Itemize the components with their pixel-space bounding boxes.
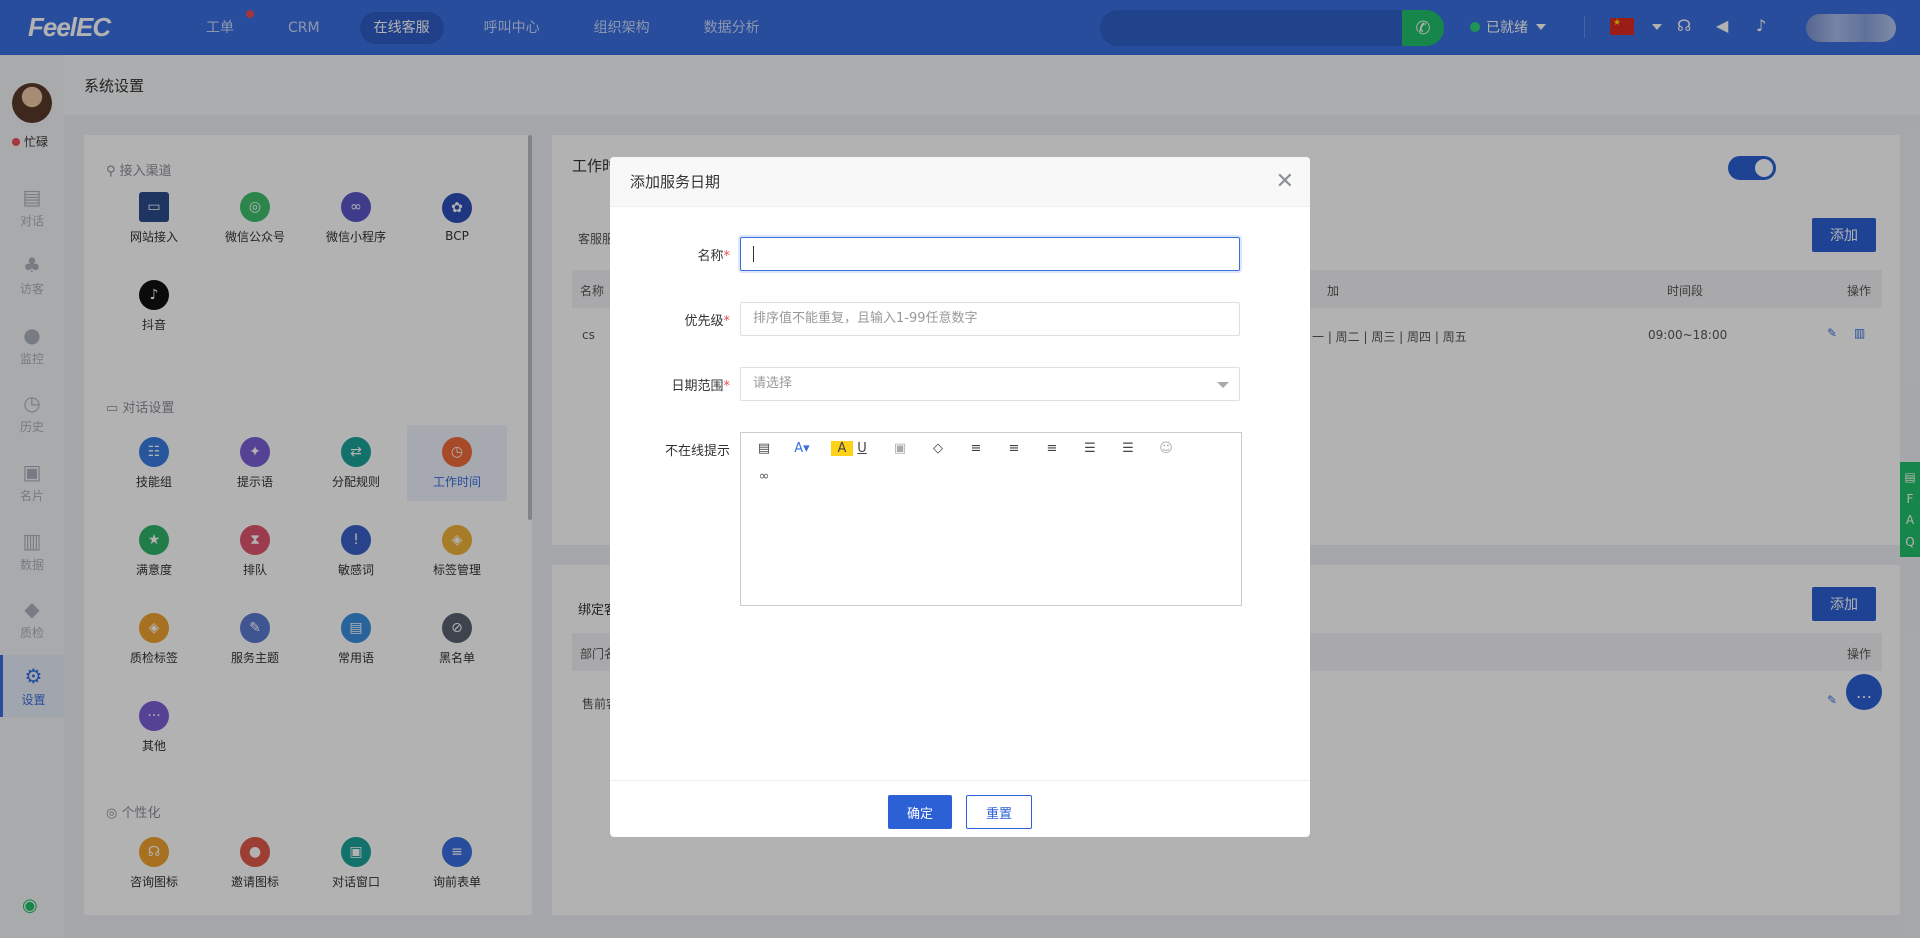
name-input[interactable] xyxy=(740,237,1240,271)
offline-tip-label: 不在线提示 xyxy=(664,444,730,459)
dialog-footer: 确定 重置 xyxy=(610,780,1310,837)
add-service-date-dialog: 添加服务日期 ✕ 名称* 优先级* 排序值不能重复，且输入1-99任意数字 日期… xyxy=(610,157,1310,837)
highlight-icon[interactable]: A xyxy=(831,441,853,456)
emoji-icon[interactable]: ☺ xyxy=(1155,441,1177,456)
dialog-title: 添加服务日期 xyxy=(630,173,721,191)
required-mark: * xyxy=(723,249,731,264)
dialog-header: 添加服务日期 ✕ xyxy=(610,157,1310,207)
date-range-select[interactable]: 请选择 xyxy=(740,367,1240,401)
font-color-icon[interactable]: A▾ xyxy=(791,441,813,456)
confirm-button[interactable]: 确定 xyxy=(888,795,952,829)
date-range-label: 日期范围* xyxy=(610,375,730,394)
close-icon[interactable]: ✕ xyxy=(1276,169,1294,194)
align-center-icon[interactable]: ≡ xyxy=(1003,441,1025,456)
source-code-icon[interactable]: ▤ xyxy=(753,441,775,456)
reset-button[interactable]: 重置 xyxy=(966,795,1032,829)
priority-input[interactable]: 排序值不能重复，且输入1-99任意数字 xyxy=(740,302,1240,336)
align-left-icon[interactable]: ≡ xyxy=(965,441,987,456)
label-text: 日期范围 xyxy=(671,379,724,394)
underline-icon[interactable]: U xyxy=(851,441,873,456)
priority-label: 优先级* xyxy=(610,310,730,329)
bullet-list-icon[interactable]: ☰ xyxy=(1117,441,1139,456)
chevron-down-icon xyxy=(1217,382,1229,388)
name-label: 名称* xyxy=(610,245,730,264)
ordered-list-icon[interactable]: ☰ xyxy=(1079,441,1101,456)
text-caret xyxy=(753,246,754,262)
label-text: 优先级 xyxy=(684,314,724,329)
required-mark: * xyxy=(723,314,731,329)
align-right-icon[interactable]: ≡ xyxy=(1041,441,1063,456)
offline-tip-editor[interactable]: ▤ A▾ A U ▣ ◇ ≡ ≡ ≡ ☰ ☰ ☺ ∞ xyxy=(740,432,1242,606)
label-text: 名称 xyxy=(697,249,724,264)
select-placeholder: 请选择 xyxy=(753,376,793,391)
required-mark: * xyxy=(723,379,731,394)
link-icon[interactable]: ∞ xyxy=(753,469,775,484)
image-icon[interactable]: ▣ xyxy=(889,441,911,456)
eraser-icon[interactable]: ◇ xyxy=(927,441,949,456)
